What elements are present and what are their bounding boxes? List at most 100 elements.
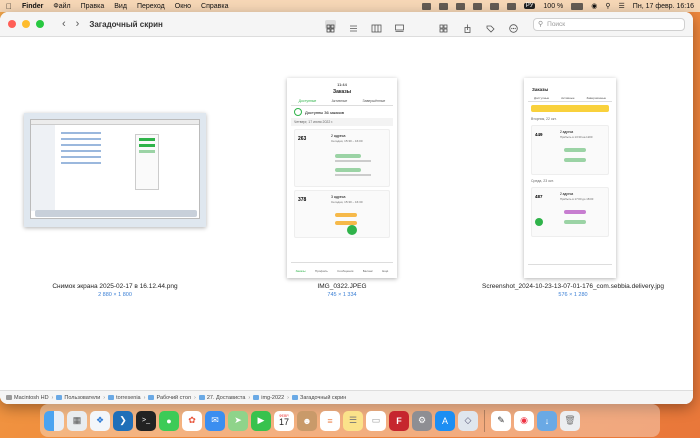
forward-button[interactable]: › [76, 18, 80, 30]
file-icon-grid: Снимок экрана 2025-02-17 в 16.12.44.png … [0, 37, 693, 390]
path-crumb[interactable]: Рабочий стол [148, 395, 191, 401]
preview-icon[interactable]: ◇ [458, 410, 478, 431]
phone-banner [531, 105, 609, 112]
zoom-button[interactable] [36, 20, 44, 28]
phone-tab: Доступные [298, 99, 317, 103]
tray-icon[interactable] [421, 2, 431, 10]
path-bar: Macintosh HD › Пользователи › torresenia… [0, 390, 693, 404]
gallery-view-icon[interactable] [394, 20, 405, 32]
mail-icon[interactable]: ✉ [205, 410, 225, 431]
trash-icon[interactable]: 🗑 [560, 410, 580, 431]
menu-item-edit[interactable]: Правка [81, 3, 105, 10]
file-thumbnail-img-0322[interactable]: 11:44 Заказы Доступные Активные Завершён… [287, 78, 397, 278]
file-item[interactable]: IMG_0322.JPEG 745 × 1 334 [262, 283, 422, 298]
clock[interactable]: Пн, 17 февр. 16:16 [633, 3, 694, 10]
input-language-indicator[interactable]: РУ [523, 3, 536, 9]
terminal-icon[interactable]: >_ [136, 410, 156, 431]
tray-icon[interactable] [455, 2, 465, 10]
file-thumbnail-android-screenshot[interactable]: Заказы Доступные Активные Завершённые Вт… [524, 78, 616, 278]
chevron-right-icon: › [143, 394, 146, 401]
order-card: 378 3 адреса Сегодня, 15:30 – 16:30 [294, 190, 390, 238]
path-crumb[interactable]: Пользователи [56, 395, 100, 401]
filezilla-icon[interactable]: F [389, 410, 409, 431]
phone-bottom-nav: Заказы Профиль Сообщения Баланс Ещё [291, 262, 393, 274]
finder-window: ‹ › Загадочный скрин ⚲ Поиск Снимок экра… [0, 12, 693, 404]
freeform-icon[interactable]: ▭ [366, 410, 386, 431]
thumb-list [61, 132, 101, 182]
order-time: Сегодня, 15:30 – 16:30 [331, 200, 363, 204]
tray-icon[interactable] [472, 2, 482, 10]
photos-icon[interactable]: ✿ [182, 410, 202, 431]
control-center-icon[interactable]: ☰ [619, 2, 625, 10]
menu-item-go[interactable]: Переход [137, 3, 165, 10]
menu-item-view[interactable]: Вид [114, 3, 127, 10]
back-button[interactable]: ‹ [62, 18, 66, 30]
path-crumb-label: Пользователи [64, 394, 101, 401]
phone-date: Вторник, 22 окт. [531, 117, 557, 121]
path-crumb[interactable]: Загадочный скрин [292, 395, 346, 401]
menu-item-help[interactable]: Справка [201, 3, 228, 10]
battery-percent[interactable]: 100 % [543, 3, 563, 10]
apple-menu-icon[interactable]:  [6, 2, 12, 11]
path-crumb-label: Рабочий стол [156, 394, 191, 401]
path-crumb[interactable]: img-2022 [253, 395, 284, 401]
more-actions-icon[interactable] [508, 20, 519, 33]
order-time: Сегодня, 15:30 – 16:00 [331, 139, 363, 143]
facetime-icon[interactable]: ▶ [251, 410, 271, 431]
menu-bar:  Finder Файл Правка Вид Переход Окно Сп… [0, 0, 700, 12]
system-settings-icon[interactable]: ⚙ [412, 410, 432, 431]
notes-icon[interactable]: ☰ [343, 410, 363, 431]
phone-screen: 11:44 Заказы Доступные Активные Завершён… [291, 82, 393, 274]
messages-icon[interactable]: ● [159, 410, 179, 431]
search-icon[interactable]: ⚲ [605, 2, 610, 10]
path-crumb[interactable]: torresenia [108, 395, 141, 401]
chevron-right-icon: › [103, 394, 106, 401]
reminders-icon[interactable]: ≡ [320, 410, 340, 431]
battery-icon[interactable] [571, 2, 584, 10]
order-time: Прибыть в 13:30 на 1200 [560, 135, 593, 139]
search-field[interactable]: ⚲ Поиск [533, 17, 685, 31]
path-crumb[interactable]: 27. Достависта [198, 395, 245, 401]
menu-app-name[interactable]: Finder [22, 3, 43, 10]
finder-icon[interactable] [44, 410, 64, 431]
wifi-icon[interactable]: ◉ [591, 2, 597, 10]
status-area: РУ 100 % ◉ ⚲ ☰ Пн, 17 февр. 16:16 [421, 2, 694, 10]
launchpad-icon[interactable]: ▦ [67, 410, 87, 431]
calendar-icon[interactable]: ФЕВР. 17 [274, 410, 294, 431]
downloads-folder-icon[interactable]: ↓ [537, 410, 557, 431]
order-addr: 3 адреса [331, 195, 346, 199]
phone-banner-text: Доступны 36 заказов [305, 109, 344, 115]
list-view-icon[interactable] [348, 20, 359, 31]
file-thumbnail-mac-screenshot[interactable] [24, 113, 206, 227]
phone-screen: Заказы Доступные Активные Завершённые Вт… [528, 82, 612, 274]
file-item[interactable]: Screenshot_2024-10-23-13-07-01-176_com.s… [468, 283, 678, 298]
contacts-icon[interactable]: ☻ [297, 410, 317, 431]
close-button[interactable] [8, 20, 16, 28]
path-crumb-label: Macintosh HD [14, 394, 49, 401]
icon-view-icon[interactable] [325, 19, 336, 32]
order-time: Прибыть в 17:00 до 18:00 [560, 197, 594, 201]
vscode-icon[interactable]: ❯ [113, 410, 133, 431]
share-icon[interactable] [462, 20, 473, 33]
app-store-icon[interactable]: A [435, 410, 455, 431]
minimize-button[interactable] [22, 20, 30, 28]
tray-icon[interactable] [489, 2, 499, 10]
column-view-icon[interactable] [371, 20, 382, 32]
tray-icon[interactable] [506, 2, 516, 10]
menu-item-window[interactable]: Окно [175, 3, 191, 10]
phone-bottom-nav [528, 264, 612, 274]
path-crumb[interactable]: Macintosh HD [6, 395, 49, 401]
file-name: Screenshot_2024-10-23-13-07-01-176_com.s… [482, 283, 664, 290]
maps-icon[interactable]: ➤ [228, 410, 248, 431]
tag-icon[interactable] [485, 20, 496, 33]
menu-item-file[interactable]: Файл [53, 3, 70, 10]
group-by-icon[interactable] [439, 20, 450, 32]
tray-icon[interactable] [438, 2, 448, 10]
order-card: 449 2 адреса Прибыть в 13:30 на 1200 [531, 125, 609, 175]
thumb-phone-preview [135, 134, 159, 190]
chrome-icon[interactable]: ◉ [514, 410, 534, 431]
safari-icon[interactable]: ❖ [90, 410, 110, 431]
order-card: 487 2 адреса Прибыть в 17:00 до 18:00 [531, 187, 609, 237]
textedit-icon[interactable]: ✎ [491, 410, 511, 431]
file-item[interactable]: Снимок экрана 2025-02-17 в 16.12.44.png … [30, 283, 200, 298]
